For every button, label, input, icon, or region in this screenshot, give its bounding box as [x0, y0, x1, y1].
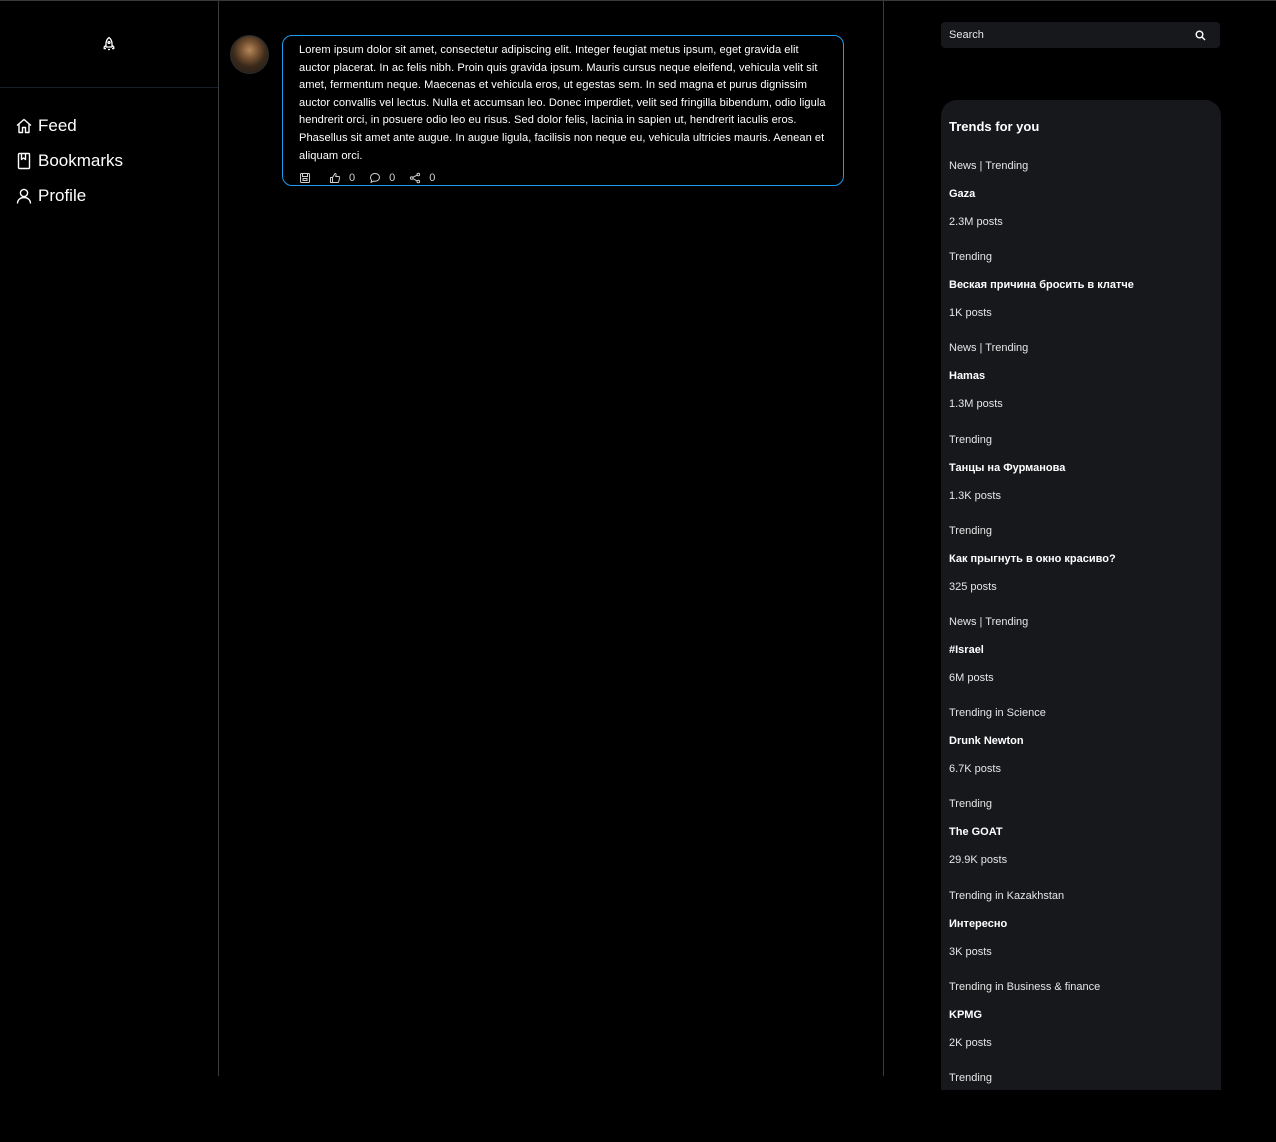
trend-name	[949, 1100, 1213, 1112]
comment-count: 0	[389, 172, 396, 184]
trends-title: Trends for you	[949, 119, 1040, 134]
trend-category: Trending in Business & finance	[949, 980, 1101, 993]
post-text: Lorem ipsum dolor sit amet, consectetur …	[299, 44, 826, 162]
trend-category: Trending	[949, 1071, 993, 1084]
trend-name: Танцы на Фурманова	[949, 461, 1066, 474]
nav-item-profile[interactable]: Profile	[0, 178, 218, 213]
trend-category: Trending	[949, 798, 993, 811]
bookmark-icon	[14, 151, 34, 171]
comment-icon	[370, 173, 381, 183]
trend-name: KPMG	[949, 1008, 982, 1021]
trend-name: Hamas	[949, 370, 986, 383]
home-icon	[14, 116, 34, 136]
thumbs-up-icon	[330, 173, 341, 183]
trend-item[interactable]: Trending Танцы на Фурманова 1.3K posts	[949, 413, 1213, 504]
avatar[interactable]	[230, 35, 269, 74]
left-sidebar: Feed Bookmarks Profile	[0, 1, 219, 1076]
trend-category: Trending in Science	[949, 707, 1046, 720]
trend-list: News | Trending Gaza 2.3M posts Trending Вес…	[949, 139, 1213, 1142]
trend-item[interactable]: News | Trending Gaza 2.3M posts	[949, 139, 1213, 230]
trend-item[interactable]: Trending	[949, 1051, 1213, 1142]
nav-item-feed[interactable]: Feed	[0, 108, 218, 143]
trend-post-count: 3K posts	[949, 945, 992, 958]
nav-label-bookmarks: Bookmarks	[38, 150, 124, 170]
search-bar	[941, 22, 1220, 48]
post-card[interactable]: Lorem ipsum dolor sit amet, consectetur …	[282, 35, 844, 186]
trend-post-count: 325 posts	[949, 580, 997, 593]
trend-name: Интересно	[949, 917, 1008, 930]
comment-button[interactable]: 0	[369, 172, 395, 184]
trend-post-count: 2K posts	[949, 1036, 992, 1049]
share-count: 0	[429, 172, 436, 184]
save-icon	[300, 173, 310, 183]
user-icon	[14, 186, 34, 206]
trend-post-count: 2.3M posts	[949, 216, 1003, 228]
trend-category: Trending in Kazakhstan	[949, 889, 1065, 902]
trend-item[interactable]: Trending The GOAT 29.9K posts	[949, 777, 1213, 868]
nav-item-bookmarks[interactable]: Bookmarks	[0, 143, 218, 178]
like-count: 0	[349, 172, 356, 184]
trend-item[interactable]: Trending in Kazakhstan Интересно 3K posts	[949, 869, 1213, 960]
trend-name: Gaza	[949, 188, 976, 200]
search-input[interactable]	[949, 29, 1194, 41]
logo[interactable]	[0, 1, 218, 88]
trend-name: Веская причина бросить в клатче	[949, 279, 1134, 292]
trend-category: News | Trending	[949, 615, 1029, 628]
trend-item[interactable]: Trending in Business & finance KPMG 2K pos…	[949, 960, 1213, 1051]
trend-post-count: 6.7K posts	[949, 763, 1001, 776]
like-button[interactable]: 0	[329, 172, 355, 184]
trend-category: Trending	[949, 524, 993, 537]
trend-category: Trending	[949, 251, 993, 264]
trend-item[interactable]: News | Trending #Israel 6M posts	[949, 595, 1213, 686]
main-nav: Feed Bookmarks Profile	[0, 88, 218, 213]
trend-name: The GOAT	[949, 826, 1003, 839]
trend-item[interactable]: Trending in Science Drunk Newton 6.7K post…	[949, 686, 1213, 777]
trend-post-count	[949, 1128, 1213, 1140]
trends-panel: Trends for you News | Trending Gaza 2.3M p…	[941, 100, 1221, 1090]
trend-post-count: 29.9K posts	[949, 854, 1008, 867]
nav-label-profile: Profile	[38, 185, 87, 205]
trend-category: News | Trending	[949, 160, 1029, 172]
feed-column: Lorem ipsum dolor sit amet, consectetur …	[220, 1, 884, 1076]
share-button[interactable]: 0	[409, 172, 435, 184]
search-icon[interactable]	[1194, 29, 1206, 41]
rocket-logo-icon	[103, 36, 115, 51]
trend-post-count: 1K posts	[949, 307, 992, 320]
trend-name: Как прыгнуть в окно красиво?	[949, 552, 1116, 565]
trend-item[interactable]: News | Trending Hamas 1.3M posts	[949, 321, 1213, 412]
trend-name: Drunk Newton	[949, 735, 1024, 748]
post-actions: 0 0 0	[299, 171, 435, 185]
trend-category: News | Trending	[949, 342, 1029, 355]
trend-name: #Israel	[949, 643, 984, 656]
trend-item[interactable]: Trending Как прыгнуть в окно красиво? 325 …	[949, 504, 1213, 595]
nav-label-feed: Feed	[38, 115, 77, 135]
save-post-button[interactable]	[299, 172, 311, 184]
trend-post-count: 1.3K posts	[949, 489, 1001, 502]
share-icon	[410, 172, 421, 184]
trend-post-count: 1.3M posts	[949, 398, 1003, 411]
trend-category: Trending	[949, 433, 993, 446]
trend-item[interactable]: Trending Веская причина бросить в клатче 1…	[949, 230, 1213, 321]
trend-post-count: 6M posts	[949, 671, 994, 684]
